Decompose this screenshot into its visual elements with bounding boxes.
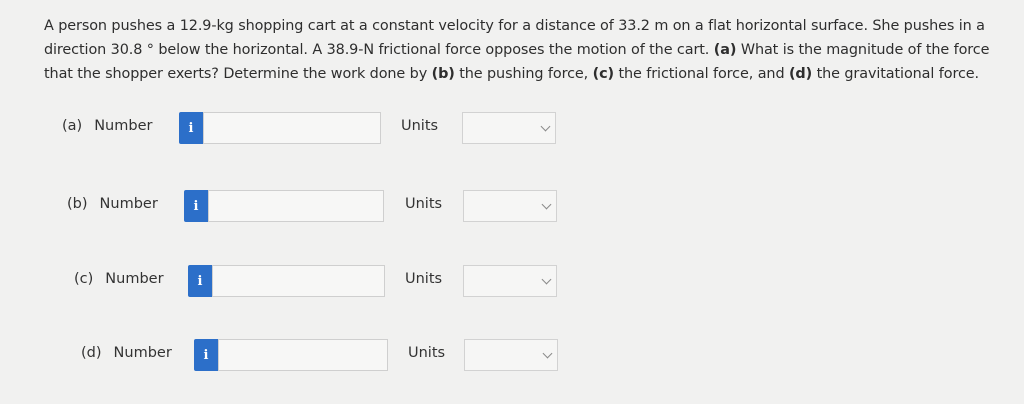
info-button[interactable]: i xyxy=(179,112,203,144)
units-select-b[interactable] xyxy=(463,190,557,222)
number-label: Number xyxy=(99,196,158,212)
part-b-label: (b) Number xyxy=(67,196,158,212)
units-select-d[interactable] xyxy=(464,339,558,371)
part-letter: (b) xyxy=(67,196,88,212)
units-select-c[interactable] xyxy=(463,265,557,297)
units-label: Units xyxy=(405,196,443,212)
part-d-label: (d) Number xyxy=(81,345,172,361)
units-label: Units xyxy=(405,271,443,287)
question-text-part: the frictional force, and xyxy=(614,66,789,82)
part-letter: (c) xyxy=(74,271,94,287)
chevron-down-icon xyxy=(541,199,552,210)
info-button[interactable]: i xyxy=(184,190,208,222)
number-input-c[interactable] xyxy=(212,265,385,297)
chevron-down-icon xyxy=(542,348,553,359)
question-text: A person pushes a 12.9-kg shopping cart … xyxy=(44,14,994,86)
answer-row-d: (d) Number i Units xyxy=(0,337,1024,373)
question-part-c-ref: (c) xyxy=(592,66,614,82)
info-icon: i xyxy=(188,120,194,136)
number-label: Number xyxy=(105,271,164,287)
question-part-b-ref: (b) xyxy=(431,66,455,82)
info-icon: i xyxy=(197,273,203,289)
answer-row-a: (a) Number i Units xyxy=(0,110,1024,146)
number-input-a[interactable] xyxy=(203,112,381,144)
number-input-d[interactable] xyxy=(218,339,388,371)
number-input-b[interactable] xyxy=(208,190,384,222)
units-select-a[interactable] xyxy=(462,112,556,144)
answer-row-c: (c) Number i Units xyxy=(0,263,1024,299)
units-label: Units xyxy=(408,345,446,361)
units-label: Units xyxy=(401,118,439,134)
part-letter: (a) xyxy=(62,118,83,134)
question-part-d-ref: (d) xyxy=(788,66,813,82)
part-letter: (d) xyxy=(81,345,102,361)
chevron-down-icon xyxy=(541,274,552,285)
info-icon: i xyxy=(193,198,199,214)
number-label: Number xyxy=(113,345,172,361)
question-part-a-ref: (a) xyxy=(713,42,737,58)
number-label: Number xyxy=(94,118,153,134)
part-c-label: (c) Number xyxy=(74,271,164,287)
question-text-part: the pushing force, xyxy=(454,66,593,82)
info-icon: i xyxy=(203,347,209,363)
chevron-down-icon xyxy=(540,121,551,132)
info-button[interactable]: i xyxy=(188,265,212,297)
answer-row-b: (b) Number i Units xyxy=(0,188,1024,224)
question-text-part: the gravitational force. xyxy=(812,66,980,82)
part-a-label: (a) Number xyxy=(62,118,152,134)
info-button[interactable]: i xyxy=(194,339,218,371)
